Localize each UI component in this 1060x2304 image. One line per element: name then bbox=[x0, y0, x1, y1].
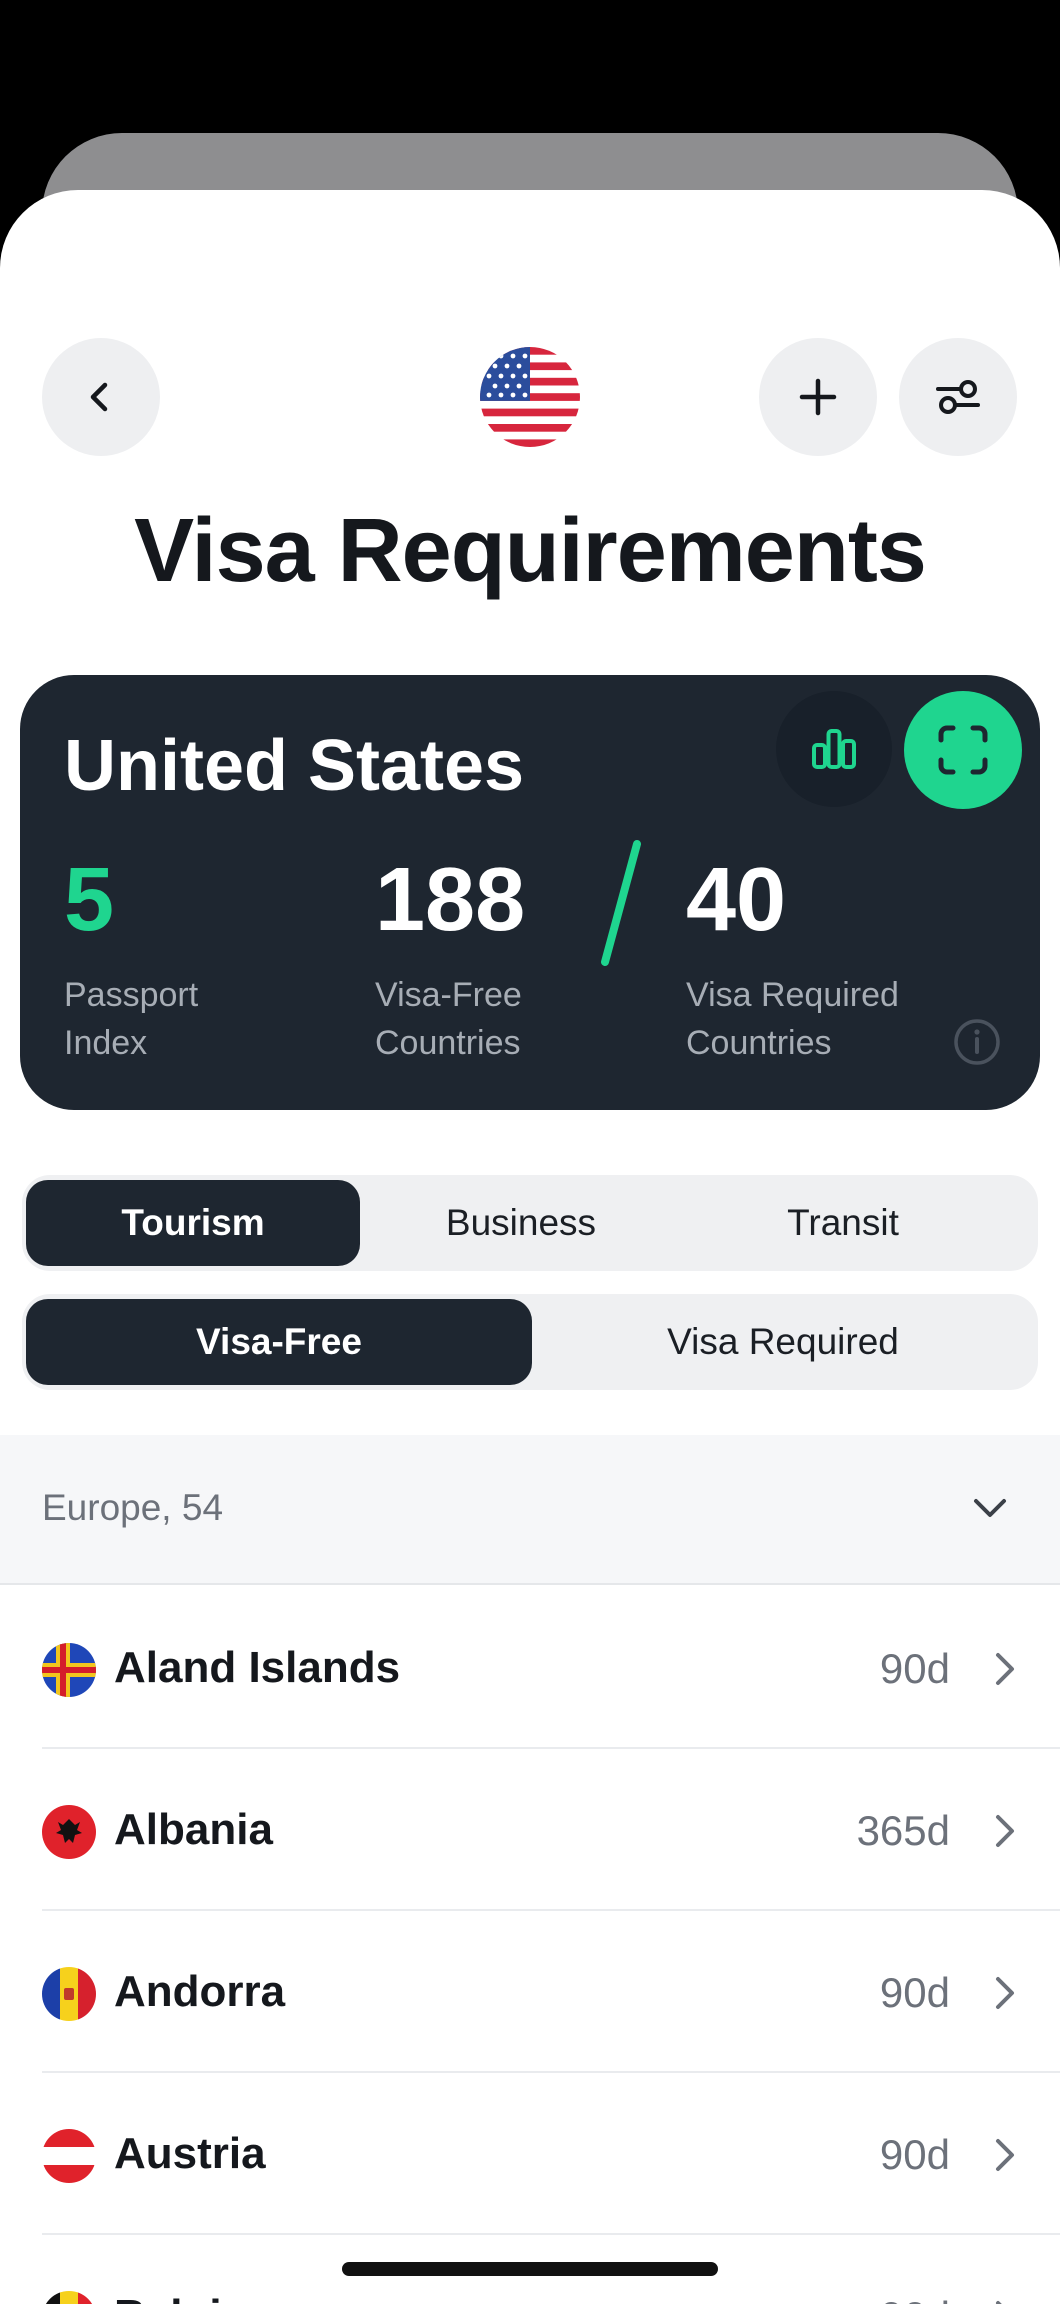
stay-duration: 90d bbox=[879, 2131, 950, 2178]
filter-button[interactable] bbox=[899, 338, 1017, 456]
tab-transit[interactable]: Transit bbox=[682, 1180, 1004, 1266]
chevron-right-icon bbox=[996, 1977, 1014, 2009]
visa-free-value: 188 bbox=[375, 850, 526, 950]
visa-required-label: Visa Required Countries bbox=[686, 971, 899, 1067]
visa-free-stat: 188 Visa-Free Countries bbox=[375, 855, 525, 1067]
scan-icon bbox=[938, 725, 988, 775]
slash-divider bbox=[601, 840, 641, 966]
stay-duration: 90d bbox=[879, 1969, 950, 2016]
passport-index-label-line1: Passport bbox=[64, 976, 199, 1014]
stay-duration: 365d bbox=[856, 1807, 950, 1854]
visa-free-label: Visa-Free Countries bbox=[375, 971, 525, 1067]
country-name: Albania bbox=[114, 1805, 273, 1854]
passport-index-label: Passport Index bbox=[64, 971, 198, 1067]
list-item[interactable]: Albania 365d bbox=[0, 1749, 1060, 1911]
chevron-left-icon bbox=[90, 382, 108, 412]
tab-visa-free[interactable]: Visa-Free bbox=[26, 1299, 532, 1385]
andorra-flag-icon bbox=[42, 1967, 96, 2021]
plus-icon bbox=[799, 378, 837, 416]
purpose-tabs: Tourism Business Transit bbox=[22, 1175, 1038, 1271]
us-flag-icon bbox=[480, 347, 580, 447]
visa-required-label-line2: Countries bbox=[686, 1024, 832, 1062]
visa-type-tabs: Visa-Free Visa Required bbox=[22, 1294, 1038, 1390]
list-item[interactable]: Aland Islands 90d bbox=[0, 1587, 1060, 1749]
albania-flag-icon bbox=[42, 1805, 96, 1859]
country-name: Austria bbox=[114, 2129, 266, 2178]
info-icon[interactable] bbox=[953, 1018, 1001, 1066]
aland-flag-icon bbox=[42, 1643, 96, 1697]
stay-duration: 90d bbox=[879, 1645, 950, 1692]
region-section-header[interactable]: Europe, 54 bbox=[0, 1435, 1060, 1585]
tab-tourism[interactable]: Tourism bbox=[26, 1180, 360, 1266]
chevron-right-icon bbox=[996, 1653, 1014, 1685]
bar-chart-icon bbox=[812, 729, 856, 769]
home-indicator[interactable] bbox=[342, 2262, 718, 2276]
chevron-right-icon bbox=[996, 2139, 1014, 2171]
sliders-icon bbox=[936, 380, 980, 414]
add-button[interactable] bbox=[759, 338, 877, 456]
visa-required-label-line1: Visa Required bbox=[686, 976, 899, 1014]
page-title: Visa Requirements bbox=[134, 501, 927, 601]
belgium-flag-icon bbox=[42, 2291, 96, 2304]
passport-index-value: 5 bbox=[64, 850, 115, 950]
chevron-right-icon bbox=[996, 1815, 1014, 1847]
country-name: Aland Islands bbox=[114, 1643, 401, 1692]
tab-business[interactable]: Business bbox=[360, 1180, 682, 1266]
country-name: Andorra bbox=[114, 1967, 286, 2016]
list-item[interactable]: Andorra 90d bbox=[0, 1911, 1060, 2073]
passport-summary-card: United States 5 Passport Index 188 Visa-… bbox=[20, 675, 1040, 1110]
scan-button[interactable] bbox=[904, 691, 1022, 809]
country-name: Belgium bbox=[114, 2291, 288, 2304]
visa-required-value: 40 bbox=[686, 850, 787, 950]
tab-visa-required[interactable]: Visa Required bbox=[532, 1299, 1034, 1385]
stay-duration: 90d bbox=[880, 2293, 950, 2304]
visa-free-label-line1: Visa-Free bbox=[375, 976, 522, 1014]
passport-index-stat: 5 Passport Index bbox=[64, 855, 198, 1067]
visa-free-label-line2: Countries bbox=[375, 1024, 521, 1062]
list-item[interactable]: Austria 90d bbox=[0, 2073, 1060, 2235]
visa-required-stat: 40 Visa Required Countries bbox=[686, 855, 899, 1067]
chevron-down-icon bbox=[974, 1499, 1006, 1517]
chevron-right-icon bbox=[996, 2301, 1002, 2304]
country-name: United States bbox=[64, 726, 525, 806]
back-button[interactable] bbox=[42, 338, 160, 456]
stats-button[interactable] bbox=[776, 691, 892, 807]
visa-requirements-sheet: Visa Requirements United States 5 Passpo… bbox=[0, 190, 1060, 2304]
section-label: Europe, 54 bbox=[42, 1487, 224, 1528]
passport-index-label-line2: Index bbox=[64, 1024, 148, 1062]
austria-flag-icon bbox=[42, 2129, 96, 2183]
